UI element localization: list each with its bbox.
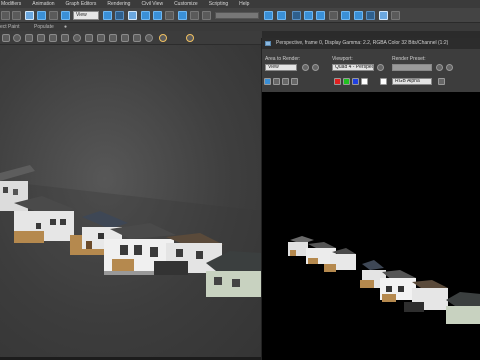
select-icon[interactable] xyxy=(25,11,34,20)
settings-icon[interactable] xyxy=(186,34,194,42)
render-frame-title-text: Perspective, frame 0, Display Gamma: 2.2… xyxy=(276,40,449,46)
lights-icon[interactable] xyxy=(61,34,69,42)
area-to-render-dropdown[interactable]: View xyxy=(265,64,297,71)
snap-icon[interactable] xyxy=(190,11,199,20)
populate-tab[interactable]: Populate xyxy=(34,23,54,31)
viewport-dropdown[interactable]: Quad 4 - Perspec xyxy=(332,64,374,71)
save-image-icon[interactable] xyxy=(264,78,271,85)
render-icon[interactable] xyxy=(379,11,388,20)
main-toolbar: View xyxy=(0,8,480,23)
shading-icon[interactable] xyxy=(85,34,93,42)
move-icon[interactable] xyxy=(128,11,137,20)
scale-icon[interactable] xyxy=(153,11,162,20)
render-setup-icon[interactable] xyxy=(436,64,443,71)
toggle-ui-icon[interactable] xyxy=(438,78,445,85)
viewport-label: Viewport: xyxy=(332,56,353,62)
grid-icon[interactable] xyxy=(37,34,45,42)
menu-rendering[interactable]: Rendering xyxy=(107,0,130,8)
help-icon[interactable] xyxy=(159,34,167,42)
render-frame-window: Perspective, frame 0, Display Gamma: 2.2… xyxy=(261,38,480,360)
menu-civil-view[interactable]: Civil View xyxy=(141,0,163,8)
angle-snap-icon[interactable] xyxy=(202,11,211,20)
reference-coord-icon[interactable] xyxy=(165,11,174,20)
blue-channel-icon[interactable] xyxy=(352,78,359,85)
unlink-icon[interactable] xyxy=(49,11,58,20)
rendered-house xyxy=(446,292,480,324)
render-preset-label: Render Preset: xyxy=(392,56,426,62)
rendered-houses xyxy=(288,236,480,324)
viewport-menu-icon[interactable] xyxy=(2,34,10,42)
orbit-icon[interactable] xyxy=(13,34,21,42)
clone-icon[interactable] xyxy=(273,78,280,85)
edges-icon[interactable] xyxy=(109,34,117,42)
mirror-icon[interactable] xyxy=(264,11,273,20)
object-paint-tab[interactable]: ect Paint xyxy=(0,23,19,31)
select-by-name-icon[interactable] xyxy=(115,11,124,20)
toggle-ribbon-icon[interactable] xyxy=(304,11,313,20)
curve-editor-icon[interactable] xyxy=(316,11,325,20)
rotate-icon[interactable] xyxy=(141,11,150,20)
menu-customize[interactable]: Customize xyxy=(174,0,198,8)
red-channel-icon[interactable] xyxy=(334,78,341,85)
menu-bar: Modifiers Animation Graph Editors Render… xyxy=(0,0,480,8)
clear-icon[interactable] xyxy=(291,78,298,85)
render-window-icon xyxy=(265,41,271,46)
render-frame-title: Perspective, frame 0, Display Gamma: 2.2… xyxy=(262,38,480,49)
named-selection-sets-field[interactable] xyxy=(215,12,259,19)
menu-modifiers[interactable]: Modifiers xyxy=(1,0,21,8)
select-object-icon[interactable] xyxy=(103,11,112,20)
material-editor-icon[interactable] xyxy=(341,11,350,20)
menu-animation[interactable]: Animation xyxy=(32,0,54,8)
select-icon-2[interactable] xyxy=(49,34,57,42)
bind-space-warp-icon[interactable] xyxy=(61,11,70,20)
safe-frame-icon[interactable] xyxy=(121,34,129,42)
edit-region-icon[interactable] xyxy=(302,64,309,71)
area-to-render-label: Area to Render: xyxy=(265,56,301,62)
camera-icon[interactable] xyxy=(73,34,81,42)
selection-filter-dropdown[interactable]: View xyxy=(73,11,99,20)
lock-icon[interactable] xyxy=(377,64,384,71)
green-channel-icon[interactable] xyxy=(343,78,350,85)
render-preset-dropdown[interactable] xyxy=(392,64,432,71)
render-frame-icon[interactable] xyxy=(366,11,375,20)
undo-icon[interactable] xyxy=(1,11,10,20)
secondary-bar: ect Paint Populate ● xyxy=(0,23,480,31)
print-icon[interactable] xyxy=(282,78,289,85)
perspective-viewport[interactable] xyxy=(0,31,262,360)
preview-icon[interactable] xyxy=(145,34,153,42)
ribbon-toggle-icon[interactable]: ● xyxy=(64,23,67,31)
menu-scripting[interactable]: Scripting xyxy=(209,0,228,8)
color-swatch-icon[interactable] xyxy=(380,78,387,85)
align-icon[interactable] xyxy=(277,11,286,20)
walk-icon[interactable] xyxy=(25,34,33,42)
viewport-toolbar xyxy=(0,31,262,45)
schematic-view-icon[interactable] xyxy=(329,11,338,20)
channel-dropdown[interactable]: RGB Alpha xyxy=(392,78,432,85)
rendered-image xyxy=(262,92,480,360)
menu-graph-editors[interactable]: Graph Editors xyxy=(66,0,97,8)
render-iterative-icon[interactable] xyxy=(391,11,400,20)
redo-icon[interactable] xyxy=(12,11,21,20)
render-setup-icon[interactable] xyxy=(354,11,363,20)
alpha-channel-icon[interactable] xyxy=(361,78,368,85)
pivot-icon[interactable] xyxy=(178,11,187,20)
texture-icon[interactable] xyxy=(97,34,105,42)
houses-scene xyxy=(0,165,262,360)
layer-explorer-icon[interactable] xyxy=(292,11,301,20)
link-icon[interactable] xyxy=(37,11,46,20)
menu-help[interactable]: Help xyxy=(239,0,249,8)
environment-icon[interactable] xyxy=(446,64,453,71)
auto-region-icon[interactable] xyxy=(312,64,319,71)
statistics-icon[interactable] xyxy=(133,34,141,42)
